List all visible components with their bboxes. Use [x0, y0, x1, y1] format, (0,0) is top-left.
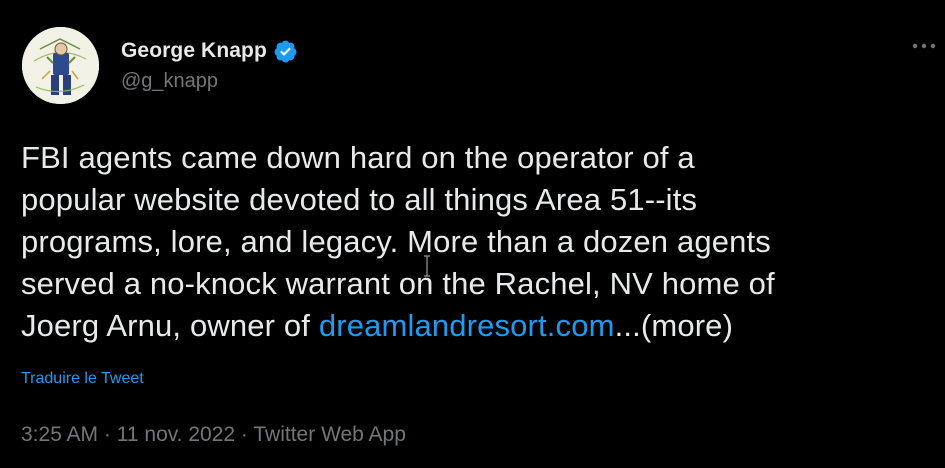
tweet-meta: 3:25 AM · 11 nov. 2022 · Twitter Web App	[21, 423, 406, 447]
author-handle[interactable]: @g_knapp	[121, 70, 218, 93]
tweet-card: George Knapp @g_knapp FBI agents came do…	[0, 0, 945, 468]
tweet-source[interactable]: Twitter Web App	[253, 423, 406, 446]
show-more-link[interactable]: ...(more)	[615, 308, 733, 343]
avatar[interactable]	[22, 27, 99, 104]
tweet-text: FBI agents came down hard on the operato…	[21, 137, 941, 347]
text-cursor-icon	[422, 255, 432, 277]
author-name-row[interactable]: George Knapp	[121, 37, 298, 65]
tweet-text-line: popular website devoted to all things Ar…	[21, 182, 698, 217]
meta-separator: ·	[240, 423, 248, 446]
author-display-name[interactable]: George Knapp	[121, 39, 267, 63]
tweet-text-line: served a no-knock warrant on the Rachel,…	[21, 266, 775, 301]
tweet-text-last-line: Joerg Arnu, owner of dreamlandresort.com…	[21, 305, 941, 347]
more-dots-icon[interactable]	[911, 38, 937, 54]
tweet-text-line: FBI agents came down hard on the operato…	[21, 140, 695, 175]
tweet-time[interactable]: 3:25 AM	[21, 423, 98, 446]
meta-separator: ·	[103, 423, 111, 446]
avatar-drawing	[22, 27, 99, 104]
tweet-link[interactable]: dreamlandresort.com	[319, 308, 615, 343]
tweet-text-line: programs, lore, and legacy. More than a …	[21, 224, 771, 259]
tweet-text-line: Joerg Arnu, owner of	[21, 308, 319, 343]
translate-tweet-link[interactable]: Traduire le Tweet	[21, 370, 144, 388]
tweet-date[interactable]: 11 nov. 2022	[117, 423, 235, 446]
verified-badge-icon	[273, 39, 298, 64]
